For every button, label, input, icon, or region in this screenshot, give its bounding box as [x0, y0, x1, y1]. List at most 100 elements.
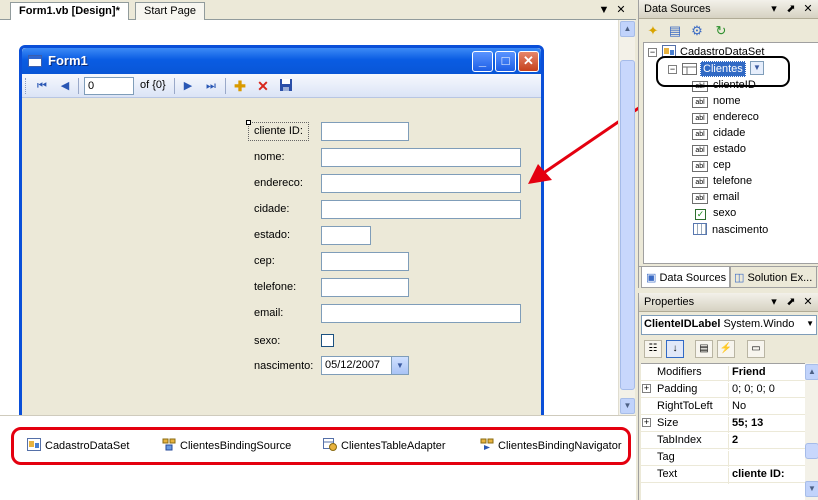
- tray-item-binding-navigator[interactable]: ClientesBindingNavigator: [480, 438, 622, 454]
- properties-view-icon[interactable]: ▤: [695, 340, 713, 358]
- pin-icon[interactable]: ⬈: [784, 295, 798, 309]
- close-icon[interactable]: ✕: [801, 2, 815, 16]
- move-last-icon[interactable]: ⏭: [203, 78, 219, 94]
- designer-vertical-scrollbar[interactable]: ▲ ▼: [618, 20, 635, 415]
- close-icon[interactable]: ✕: [801, 295, 815, 309]
- move-first-icon[interactable]: ⏮: [34, 78, 50, 94]
- binding-source-icon: [162, 438, 176, 451]
- tree-item-column[interactable]: abl cidade: [692, 127, 745, 143]
- scroll-down-icon[interactable]: ▼: [620, 398, 635, 414]
- resize-handle[interactable]: [246, 120, 251, 125]
- tree-item-column[interactable]: nascimento: [692, 223, 768, 239]
- design-surface[interactable]: Form1 _ □ ✕ ⏮ ◀ 0 of {0} ▶ ⏭ ✚ ✕ cliente…: [0, 20, 669, 419]
- categorized-icon[interactable]: ☷: [644, 340, 662, 358]
- configure-dataset-icon[interactable]: ⚙: [689, 23, 705, 39]
- label-cep[interactable]: cep:: [254, 255, 275, 267]
- form1-window[interactable]: Form1 _ □ ✕ ⏮ ◀ 0 of {0} ▶ ⏭ ✚ ✕ cliente…: [19, 45, 544, 419]
- object-selector[interactable]: ClienteIDLabel System.Windo ▼: [641, 315, 817, 335]
- minimize-icon[interactable]: _: [472, 51, 493, 72]
- add-data-source-icon[interactable]: ✦: [645, 23, 661, 39]
- label-estado[interactable]: estado:: [254, 229, 290, 241]
- nome-textbox[interactable]: [321, 148, 521, 167]
- property-value[interactable]: Friend: [728, 366, 805, 382]
- delete-icon[interactable]: ✕: [255, 78, 271, 94]
- tree-item-column[interactable]: ✓ sexo: [692, 207, 736, 223]
- label-cliente-id[interactable]: cliente ID:: [254, 125, 303, 137]
- property-value[interactable]: No: [728, 400, 805, 416]
- scroll-down-icon[interactable]: ▼: [805, 481, 818, 497]
- nascimento-datepicker[interactable]: 05/12/2007 ▼: [321, 356, 409, 375]
- tab-start-page[interactable]: Start Page: [135, 2, 205, 20]
- position-input[interactable]: 0: [84, 77, 134, 95]
- label-sexo[interactable]: sexo:: [254, 335, 280, 347]
- property-row[interactable]: Tag: [641, 449, 805, 467]
- close-form-icon[interactable]: ✕: [518, 51, 539, 72]
- property-row[interactable]: + Size 55; 13: [641, 415, 805, 433]
- maximize-icon[interactable]: □: [495, 51, 516, 72]
- cidade-textbox[interactable]: [321, 200, 521, 219]
- refresh-icon[interactable]: ↻: [713, 23, 729, 39]
- chevron-down-icon[interactable]: ▼: [806, 319, 814, 328]
- panel-options-icon[interactable]: ▾: [767, 295, 781, 309]
- save-icon[interactable]: [278, 78, 294, 94]
- scroll-thumb[interactable]: [620, 60, 635, 390]
- property-value[interactable]: 55; 13: [728, 417, 805, 433]
- tree-item-column[interactable]: abl endereco: [692, 111, 759, 127]
- telefone-textbox[interactable]: [321, 278, 409, 297]
- property-row[interactable]: Modifiers Friend: [641, 364, 805, 382]
- property-pages-icon[interactable]: ▭: [747, 340, 765, 358]
- add-new-icon[interactable]: ✚: [232, 78, 248, 94]
- tray-item-table-adapter[interactable]: ClientesTableAdapter: [323, 438, 446, 454]
- property-row[interactable]: + Padding 0; 0; 0; 0: [641, 381, 805, 399]
- property-value[interactable]: [728, 451, 805, 467]
- events-icon[interactable]: ⚡: [717, 340, 735, 358]
- tab-data-sources[interactable]: ▣ Data Sources: [641, 267, 732, 288]
- endereco-textbox[interactable]: [321, 174, 521, 193]
- property-grid[interactable]: Modifiers Friend + Padding 0; 0; 0; 0 Right…: [641, 363, 805, 500]
- tree-item-column[interactable]: abl cep: [692, 159, 731, 175]
- form-title-bar[interactable]: Form1 _ □ ✕: [22, 48, 541, 74]
- property-row[interactable]: TabIndex 2: [641, 432, 805, 450]
- tray-item-dataset[interactable]: CadastroDataSet: [27, 438, 129, 454]
- tree-item-column[interactable]: abl nome: [692, 95, 741, 111]
- close-document-icon[interactable]: ✕: [614, 3, 628, 17]
- label-email[interactable]: email:: [254, 307, 283, 319]
- tab-list-dropdown-icon[interactable]: ▼: [597, 3, 611, 17]
- cep-textbox[interactable]: [321, 252, 409, 271]
- email-textbox[interactable]: [321, 304, 521, 323]
- edit-dataset-icon[interactable]: ▤: [667, 23, 683, 39]
- label-nascimento[interactable]: nascimento:: [254, 360, 313, 372]
- toolbar-grip[interactable]: [25, 78, 28, 94]
- label-nome[interactable]: nome:: [254, 151, 285, 163]
- estado-textbox[interactable]: [321, 226, 371, 245]
- panel-options-icon[interactable]: ▾: [767, 2, 781, 16]
- sexo-checkbox[interactable]: [321, 334, 334, 347]
- property-row[interactable]: RightToLeft No: [641, 398, 805, 416]
- label-cidade[interactable]: cidade:: [254, 203, 289, 215]
- cliente-id-textbox[interactable]: [321, 122, 409, 141]
- property-value[interactable]: cliente ID:: [728, 468, 805, 484]
- property-grid-scrollbar[interactable]: ▲ ▼: [805, 363, 818, 500]
- scroll-up-icon[interactable]: ▲: [805, 364, 818, 380]
- expand-icon[interactable]: +: [642, 384, 651, 393]
- tab-solution-explorer[interactable]: ◫ Solution Ex...: [729, 267, 818, 288]
- label-endereco[interactable]: endereco:: [254, 177, 303, 189]
- tree-item-column[interactable]: abl estado: [692, 143, 746, 159]
- tree-item-column[interactable]: abl telefone: [692, 175, 752, 191]
- move-previous-icon[interactable]: ◀: [57, 78, 73, 94]
- chevron-down-icon[interactable]: ▼: [391, 357, 408, 374]
- property-row[interactable]: Text cliente ID:: [641, 466, 805, 484]
- property-value[interactable]: 0; 0; 0; 0: [728, 383, 805, 399]
- scroll-thumb[interactable]: [805, 443, 818, 459]
- alphabetical-icon[interactable]: ↓: [666, 340, 684, 358]
- tab-form1-design[interactable]: Form1.vb [Design]*: [10, 2, 129, 21]
- tree-item-column[interactable]: abl email: [692, 191, 739, 207]
- pin-icon[interactable]: ⬈: [784, 2, 798, 16]
- scroll-up-icon[interactable]: ▲: [620, 21, 635, 37]
- collapse-icon[interactable]: −: [648, 48, 657, 57]
- move-next-icon[interactable]: ▶: [180, 78, 196, 94]
- property-value[interactable]: 2: [728, 434, 805, 450]
- expand-icon[interactable]: +: [642, 418, 651, 427]
- label-telefone[interactable]: telefone:: [254, 281, 296, 293]
- tray-item-binding-source[interactable]: ClientesBindingSource: [162, 438, 291, 454]
